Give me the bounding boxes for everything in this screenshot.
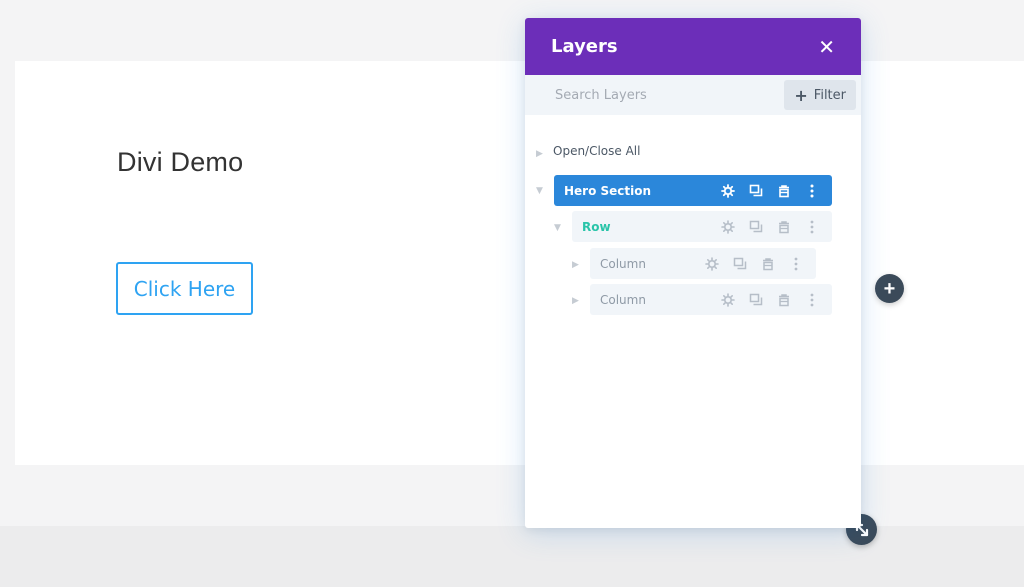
chevron-down-icon[interactable]: ▼ (536, 186, 543, 196)
more-vertical-icon[interactable] (802, 217, 822, 237)
duplicate-icon[interactable] (746, 181, 766, 201)
layer-actions (718, 181, 822, 201)
trash-icon[interactable] (774, 181, 794, 201)
duplicate-icon[interactable] (746, 217, 766, 237)
gear-icon[interactable] (718, 181, 738, 201)
more-vertical-icon[interactable] (802, 181, 822, 201)
trash-icon[interactable] (774, 290, 794, 310)
layer-hero-section[interactable]: Hero Section (554, 175, 832, 206)
filter-label: Filter (813, 87, 846, 103)
gear-icon[interactable] (702, 254, 722, 274)
add-module-button[interactable]: + (875, 274, 904, 303)
layers-panel: Layers ✕ + Filter ▶ Open/Close All ▼ Her… (525, 18, 861, 528)
duplicate-icon[interactable] (746, 290, 766, 310)
layer-actions (718, 217, 822, 237)
layers-header: Layers ✕ (525, 18, 861, 75)
gear-icon[interactable] (718, 217, 738, 237)
click-here-button[interactable]: Click Here (116, 262, 253, 315)
layer-label: Hero Section (564, 183, 652, 198)
plus-icon: + (794, 85, 808, 105)
layer-column[interactable]: Column (590, 284, 832, 315)
layer-label: Column (600, 292, 646, 307)
search-layers-input[interactable] (555, 87, 755, 103)
plus-icon: + (883, 277, 896, 300)
chevron-right-icon[interactable]: ▶ (572, 296, 579, 306)
layer-label: Row (582, 219, 611, 234)
layer-label: Column (600, 256, 646, 271)
close-icon[interactable]: ✕ (818, 37, 835, 57)
chevron-right-icon[interactable]: ▶ (572, 260, 579, 270)
more-vertical-icon[interactable] (802, 290, 822, 310)
more-vertical-icon[interactable] (786, 254, 806, 274)
layer-row[interactable]: Row (572, 211, 832, 242)
layer-column[interactable]: Column (590, 248, 816, 279)
demo-heading: Divi Demo (117, 147, 244, 177)
trash-icon[interactable] (774, 217, 794, 237)
duplicate-icon[interactable] (730, 254, 750, 274)
trash-icon[interactable] (758, 254, 778, 274)
layers-search-bar: + Filter (525, 75, 861, 115)
filter-button[interactable]: + Filter (784, 80, 856, 110)
chevron-down-icon[interactable]: ▼ (554, 223, 561, 233)
gear-icon[interactable] (718, 290, 738, 310)
layers-title: Layers (551, 36, 618, 57)
open-close-all[interactable]: Open/Close All (553, 144, 640, 158)
chevron-right-icon[interactable]: ▶ (536, 149, 543, 159)
layer-actions (718, 290, 822, 310)
layer-actions (702, 254, 806, 274)
